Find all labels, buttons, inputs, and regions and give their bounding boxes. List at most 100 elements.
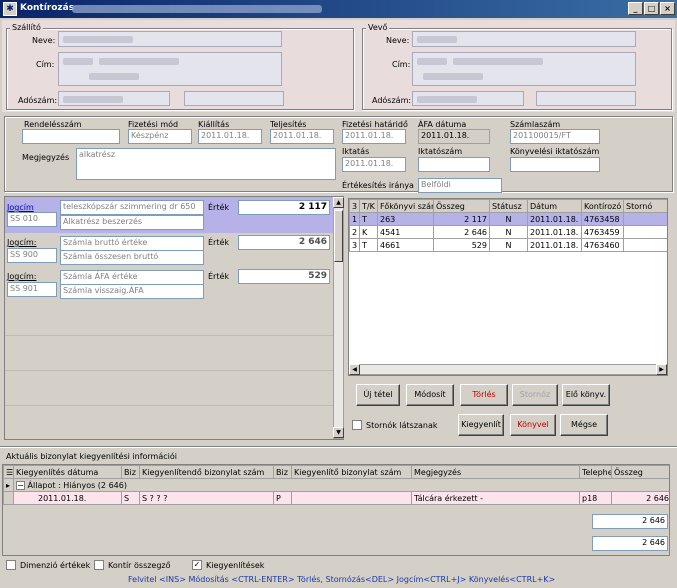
buyer-address-field[interactable] — [412, 52, 636, 86]
entries-scrollbar[interactable]: ▲ ▼ — [333, 197, 344, 439]
col-biz2[interactable]: Biz — [273, 465, 292, 479]
scroll-left-icon[interactable]: ◀ — [349, 364, 360, 375]
row-date: 2011.01.18. — [527, 238, 582, 252]
buyer-name-field[interactable] — [412, 31, 636, 47]
collapse-icon[interactable]: − — [16, 480, 25, 490]
row-amount: 2 646 — [433, 225, 490, 239]
table-row[interactable]: 1 T 263 2 117 N 2011.01.18. 4763458 — [349, 212, 667, 226]
payment-field[interactable]: Készpénz — [128, 129, 192, 144]
col-settling-doc[interactable]: Kiegyenlítő bizonylat szám — [291, 465, 412, 479]
show-storno-label: Stornók látszanak — [366, 421, 438, 430]
seller-tax-field[interactable] — [58, 91, 170, 106]
entry-desc2[interactable]: Számla összesen bruttó — [60, 250, 204, 265]
filing-no-field[interactable] — [418, 157, 490, 172]
ledger-col-amount[interactable]: Összeg — [433, 199, 490, 213]
table-row[interactable]: 2011.01.18. S S ? ? ? P Tálcára érkezett… — [3, 491, 669, 505]
seller-address-field[interactable] — [58, 52, 282, 86]
scroll-down-icon[interactable]: ▼ — [333, 427, 344, 438]
ledger-hscrollbar[interactable]: ◀ ▶ — [349, 364, 667, 375]
buyer-tax-field[interactable] — [412, 91, 524, 106]
ledger-col-storno[interactable]: Stornó — [623, 199, 667, 213]
settlements-checkbox[interactable]: ✓ — [192, 560, 202, 570]
minimize-button[interactable]: _ — [628, 2, 643, 15]
row-amount: 529 — [433, 238, 490, 252]
col-settle-date[interactable]: Kiegyenlítés dátuma — [13, 465, 122, 479]
col-doc-to-settle[interactable]: Kiegyenlítendő bizonylat szám — [139, 465, 274, 479]
group-row[interactable]: ▸ − Állapot : Hiányos (2 646) — [3, 478, 669, 492]
col-note[interactable]: Megjegyzés — [411, 465, 580, 479]
entry-code[interactable]: SS 010 — [7, 212, 57, 227]
settle-biz: S — [121, 491, 140, 505]
fulfil-date-field[interactable]: 2011.01.18. — [270, 129, 334, 144]
ledger-col-count[interactable]: 3 — [349, 199, 360, 213]
settlement-grid[interactable]: ☰ Kiegyenlítés dátuma Biz Kiegyenlítendő… — [2, 464, 670, 556]
entry-jogcim-label[interactable]: Jogcím: — [7, 272, 36, 281]
col-biz[interactable]: Biz — [121, 465, 140, 479]
vat-date-field: 2011.01.18. — [418, 129, 490, 144]
delete-button[interactable]: Törlés — [460, 384, 508, 406]
issue-date-field[interactable]: 2011.01.18. — [198, 129, 262, 144]
buyer-eu-tax-field[interactable] — [536, 91, 636, 106]
due-date-field[interactable]: 2011.01.18. — [342, 129, 406, 144]
group-label: Állapot : Hiányos (2 646) — [27, 480, 127, 490]
kontir-sum-checkbox[interactable] — [94, 560, 104, 570]
cancel-button[interactable]: Mégse — [560, 414, 608, 436]
book-button[interactable]: Könyvel — [510, 414, 556, 436]
entry-value[interactable]: 2 646 — [238, 235, 330, 250]
entry-value-label: Érték — [208, 238, 230, 247]
entry-desc[interactable]: Számla ÁFA értéke — [60, 270, 204, 285]
prev-book-button[interactable]: Elő könyv. — [562, 384, 610, 406]
seller-name-field[interactable] — [58, 31, 282, 47]
ledger-grid[interactable]: 3 T/K Főkönyvi szám Összeg Státusz Dátum… — [348, 198, 668, 376]
seller-group-title: Szállító — [10, 23, 43, 32]
ledger-col-account[interactable]: Főkönyvi szám — [377, 199, 434, 213]
ledger-col-tk[interactable]: T/K — [359, 199, 378, 213]
modify-button[interactable]: Módosít — [406, 384, 454, 406]
entry-jogcim-label[interactable]: Jogcím: — [7, 238, 36, 247]
scroll-up-icon[interactable]: ▲ — [333, 197, 344, 208]
ledger-col-date[interactable]: Dátum — [527, 199, 582, 213]
entry-code[interactable]: SS 900 — [7, 248, 57, 263]
entry-jogcim-label[interactable]: Jogcím — [7, 203, 34, 212]
scroll-right-icon[interactable]: ▶ — [656, 364, 667, 375]
maximize-button[interactable]: □ — [644, 2, 659, 15]
sales-dir-field[interactable]: Belföldi — [418, 178, 502, 193]
book-filing-field[interactable] — [510, 157, 600, 172]
entry-value[interactable]: 2 117 — [238, 200, 330, 215]
entry-code[interactable]: SS 901 — [7, 282, 57, 297]
entry-desc[interactable]: Számla bruttó értéke — [60, 236, 204, 251]
row-storno — [623, 238, 667, 252]
entry-value[interactable]: 529 — [238, 269, 330, 284]
seller-eu-tax-field[interactable] — [184, 91, 284, 106]
show-storno-checkbox[interactable] — [352, 420, 362, 430]
settle-button[interactable]: Kiegyenlít — [458, 414, 504, 436]
row-kontir: 4763459 — [581, 225, 624, 239]
storno-button[interactable]: Stornóz — [512, 384, 558, 406]
col-site[interactable]: Telephe — [579, 465, 612, 479]
row-amount: 2 117 — [433, 212, 490, 226]
entry-desc2[interactable]: Számla visszaig.ÁFA — [60, 284, 204, 299]
order-no-field[interactable] — [22, 129, 120, 144]
entries-empty-area — [5, 301, 333, 439]
entry-desc[interactable]: teleszkópszár szimmering dr 650 — [60, 200, 204, 215]
row-storno — [623, 212, 667, 226]
table-row[interactable]: 3 T 4661 529 N 2011.01.18. 4763460 — [349, 238, 667, 252]
ledger-col-kontir[interactable]: Kontírozó — [581, 199, 624, 213]
scroll-thumb[interactable] — [334, 210, 343, 262]
entry-value-label: Érték — [208, 203, 230, 212]
dimension-checkbox[interactable] — [6, 560, 16, 570]
invoice-no-field[interactable]: 201100015/FT — [510, 129, 600, 144]
table-row[interactable]: 2 K 4541 2 646 N 2011.01.18. 4763459 — [349, 225, 667, 239]
buyer-address-label: Cím: — [392, 60, 411, 69]
filing-field[interactable]: 2011.01.18. — [342, 157, 406, 172]
note-field[interactable]: alkatrész — [76, 148, 336, 180]
ledger-col-status[interactable]: Státusz — [489, 199, 528, 213]
entry-desc2[interactable]: Alkatrész beszerzés — [60, 215, 204, 230]
settle-amount: 2 646 — [611, 491, 669, 505]
close-button[interactable]: × — [660, 2, 675, 15]
new-item-button[interactable]: Új tétel — [356, 384, 400, 406]
row-status: N — [489, 225, 528, 239]
buyer-name-label: Neve: — [386, 36, 410, 45]
order-no-label: Rendelésszám — [24, 120, 82, 129]
col-amount[interactable]: Összeg — [611, 465, 669, 479]
